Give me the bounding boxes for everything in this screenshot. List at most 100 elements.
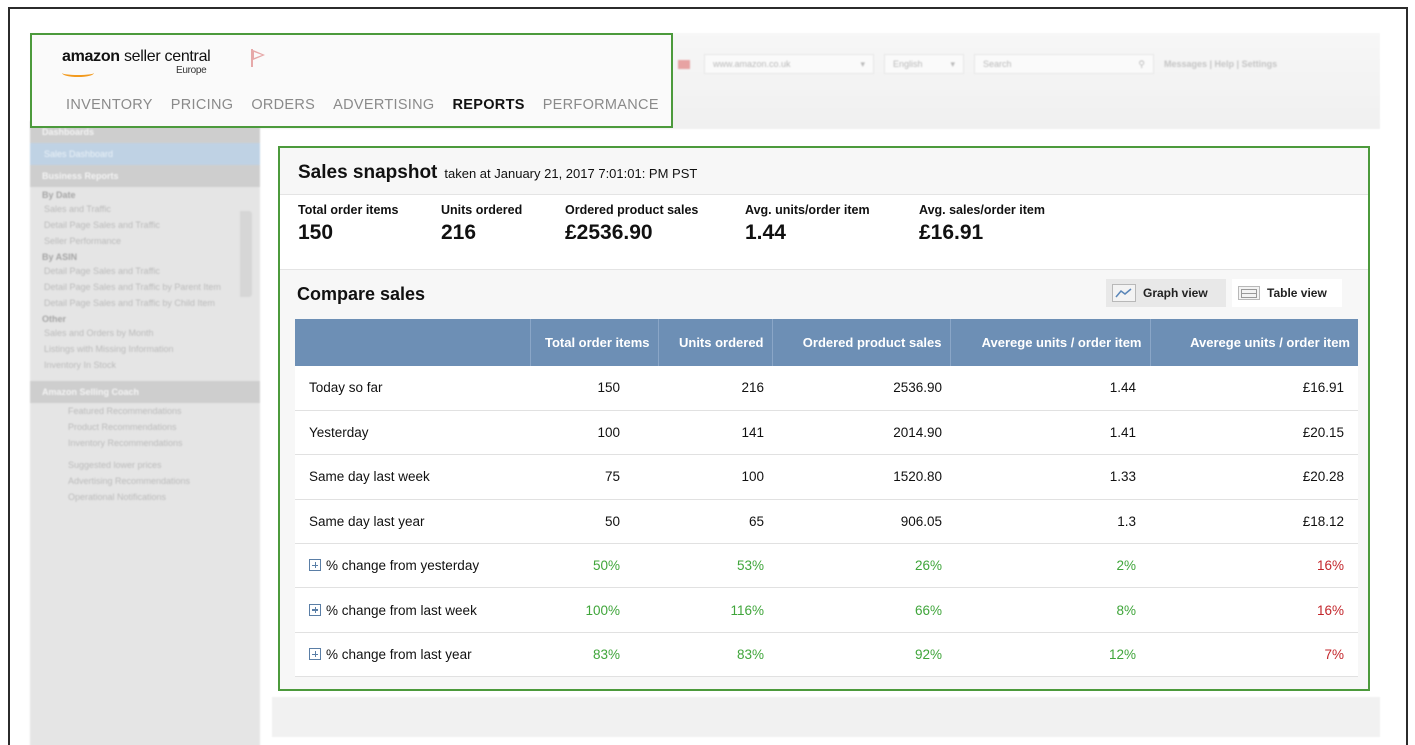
- table-header-row: Total order items Units ordered Ordered …: [295, 319, 1358, 366]
- table-cell: 100: [658, 454, 772, 500]
- sidebar-heading: Business Reports: [30, 165, 260, 187]
- stat-avg-units: Avg. units/order item 1.44: [745, 203, 870, 244]
- snapshot-header: Sales snapshot taken at January 21, 2017…: [298, 162, 697, 184]
- table-row: Yesterday 100 141 2014.90 1.41 £20.15: [295, 410, 1358, 456]
- table-cell: 1.3: [950, 499, 1150, 545]
- sidebar-item[interactable]: Detail Page Sales and Traffic: [30, 217, 260, 233]
- amazon-smile-icon: [62, 69, 94, 77]
- nav-orders[interactable]: ORDERS: [251, 97, 315, 113]
- table-row[interactable]: % change from yesterday 50% 53% 26% 2% 1…: [295, 543, 1358, 589]
- table-cell: 83%: [658, 632, 772, 678]
- compare-sales-title: Compare sales: [297, 284, 426, 304]
- dropdown-arrow-icon: ▾: [860, 58, 865, 69]
- header-links[interactable]: Messages | Help | Settings: [1164, 59, 1277, 69]
- marketplace-select[interactable]: www.amazon.co.uk ▾: [704, 54, 874, 74]
- flag-icon[interactable]: [251, 49, 267, 67]
- compare-sales-table: Total order items Units ordered Ordered …: [295, 319, 1358, 678]
- stat-total-order-items: Total order items 150: [298, 203, 399, 244]
- table-cell: 150: [530, 366, 658, 411]
- sidebar-item[interactable]: Detail Page Sales and Traffic by Parent …: [30, 279, 260, 295]
- stat-units-ordered: Units ordered 216: [441, 203, 523, 244]
- row-label: Yesterday: [295, 410, 530, 456]
- header-tools: www.amazon.co.uk ▾ English ▾ Search ⚲ Messa…: [678, 53, 1378, 75]
- table-cell: £18.12: [1150, 499, 1358, 545]
- sidebar-item[interactable]: Detail Page Sales and Traffic: [30, 263, 260, 279]
- sidebar-item[interactable]: Listings with Missing Information: [30, 341, 260, 357]
- column-header: Averege units / order item: [1149, 319, 1358, 366]
- table-cell: 906.05: [772, 499, 950, 545]
- sidebar-item[interactable]: Suggested lower prices: [30, 457, 260, 473]
- sidebar-item[interactable]: Seller Performance: [30, 233, 260, 249]
- nav-reports[interactable]: REPORTS: [453, 97, 525, 113]
- snapshot-stats: Total order items 150 Units ordered 216 Or…: [280, 194, 1368, 270]
- table-cell: 50%: [530, 543, 658, 589]
- app-frame: www.amazon.co.uk ▾ English ▾ Search ⚲ Messa…: [8, 7, 1408, 745]
- table-cell: 100%: [530, 587, 658, 633]
- table-cell: 2014.90: [772, 410, 950, 456]
- table-cell: £16.91: [1150, 366, 1358, 411]
- table-cell: £20.15: [1150, 410, 1358, 456]
- sidebar-item[interactable]: Product Recommendations: [30, 419, 260, 435]
- column-header: Ordered product sales: [771, 319, 950, 366]
- sales-panel: Sales snapshot taken at January 21, 2017…: [278, 146, 1370, 691]
- table-cell: 83%: [530, 632, 658, 678]
- stat-avg-sales: Avg. sales/order item £16.91: [919, 203, 1045, 244]
- table-row: Same day last year 50 65 906.05 1.3 £18.…: [295, 499, 1358, 545]
- sidebar: Dashboards Sales Dashboard Business Repo…: [30, 121, 260, 745]
- nav-advertising[interactable]: ADVERTISING: [333, 97, 434, 113]
- table-row[interactable]: % change from last year 83% 83% 92% 12% …: [295, 632, 1358, 678]
- table-icon: [1238, 286, 1260, 300]
- stat-ordered-product-sales: Ordered product sales £2536.90: [565, 203, 699, 244]
- sidebar-item[interactable]: Detail Page Sales and Traffic by Child I…: [30, 295, 260, 311]
- row-label: Today so far: [295, 366, 530, 411]
- main-nav: INVENTORY PRICING ORDERS ADVERTISING REP…: [66, 97, 677, 113]
- table-cell: 1.33: [950, 454, 1150, 500]
- table-cell: 12%: [950, 632, 1150, 678]
- graph-view-button[interactable]: Graph view: [1106, 279, 1226, 307]
- row-label[interactable]: % change from yesterday: [295, 543, 530, 589]
- uk-flag-icon: [678, 59, 690, 69]
- table-cell: 16%: [1150, 587, 1358, 633]
- table-row: Same day last week 75 100 1520.80 1.33 £…: [295, 454, 1358, 500]
- sidebar-item[interactable]: Inventory Recommendations: [30, 435, 260, 451]
- nav-inventory[interactable]: INVENTORY: [66, 97, 153, 113]
- table-cell: 92%: [772, 632, 950, 678]
- table-row[interactable]: % change from last week 100% 116% 66% 8%…: [295, 587, 1358, 633]
- logo-region: Europe: [176, 65, 207, 76]
- table-cell: 2%: [950, 543, 1150, 589]
- row-label[interactable]: % change from last year: [295, 632, 530, 678]
- table-cell: 26%: [772, 543, 950, 589]
- dropdown-arrow-icon: ▾: [950, 58, 955, 69]
- sidebar-item[interactable]: Operational Notifications: [30, 489, 260, 505]
- amazon-seller-central-logo[interactable]: amazon seller central Europe: [62, 48, 211, 76]
- sidebar-item[interactable]: Sales and Orders by Month: [30, 325, 260, 341]
- column-header: [295, 319, 530, 366]
- nav-performance[interactable]: PERFORMANCE: [543, 97, 659, 113]
- table-cell: 7%: [1150, 632, 1358, 678]
- table-cell: 2536.90: [772, 366, 950, 411]
- footer-strip: [272, 697, 1380, 737]
- table-cell: 141: [658, 410, 772, 456]
- table-cell: 75: [530, 454, 658, 500]
- logo-nav-highlight: amazon seller central Europe INVENTORY P…: [30, 33, 673, 128]
- table-view-button[interactable]: Table view: [1232, 279, 1342, 307]
- search-icon[interactable]: ⚲: [1138, 59, 1145, 70]
- sidebar-item-sales-dashboard[interactable]: Sales Dashboard: [30, 143, 260, 165]
- sidebar-item[interactable]: Advertising Recommendations: [30, 473, 260, 489]
- sidebar-item[interactable]: Inventory In Stock: [30, 357, 260, 373]
- expand-icon[interactable]: [309, 603, 321, 616]
- row-label[interactable]: % change from last week: [295, 587, 530, 633]
- table-cell: 50: [530, 499, 658, 545]
- table-cell: 16%: [1150, 543, 1358, 589]
- sidebar-collapse-tab[interactable]: [240, 211, 252, 297]
- nav-pricing[interactable]: PRICING: [171, 97, 234, 113]
- table-cell: 65: [658, 499, 772, 545]
- table-cell: 1.41: [950, 410, 1150, 456]
- expand-icon[interactable]: [309, 648, 321, 661]
- sidebar-item[interactable]: Sales and Traffic: [30, 201, 260, 217]
- search-input[interactable]: Search ⚲: [974, 54, 1154, 74]
- sidebar-item[interactable]: Featured Recommendations: [30, 403, 260, 419]
- table-cell: £20.28: [1150, 454, 1358, 500]
- expand-icon[interactable]: [309, 559, 321, 572]
- language-select[interactable]: English ▾: [884, 54, 964, 74]
